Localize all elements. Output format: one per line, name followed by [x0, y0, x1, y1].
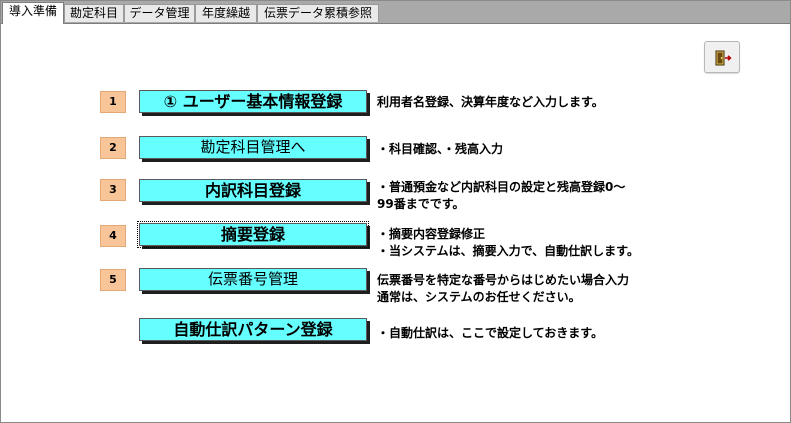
step-2-description: ・科目確認、・残高入力: [377, 141, 503, 158]
step-3-desc-line-2: 99番までです。: [377, 197, 465, 211]
summary-register-button[interactable]: 摘要登録: [137, 221, 369, 248]
exit-button[interactable]: [704, 41, 740, 73]
step-3-number: 3: [100, 179, 126, 201]
tab-year-carryover[interactable]: 年度繰越: [195, 4, 257, 22]
tab-voucher-reference[interactable]: 伝票データ累積参照: [257, 4, 379, 22]
sub-account-register-button[interactable]: 内訳科目登録: [139, 179, 367, 202]
step-1-number: 1: [100, 91, 126, 113]
step-5-description: 伝票番号を特定な番号からはじめたい場合入力 通常は、システムのお任せください。: [377, 272, 629, 306]
tab-data-management[interactable]: データ管理: [124, 4, 195, 22]
tab-setup[interactable]: 導入準備: [2, 2, 64, 24]
step-1-description: 利用者名登録、決算年度など入力します。: [377, 94, 604, 111]
step-5-number: 5: [100, 269, 126, 291]
step-4-number: 4: [100, 225, 126, 247]
step-3-desc-line-1: ・普通預金など内訳科目の設定と残高登録0～: [377, 180, 626, 194]
step-4-desc-line-2: ・当システムは、摘要入力で、自動仕訳します。: [377, 244, 639, 258]
tab-bar: 導入準備 勘定科目 データ管理 年度繰越 伝票データ累積参照: [1, 1, 790, 24]
voucher-number-management-button[interactable]: 伝票番号管理: [139, 268, 367, 291]
step-2-desc-line-1: ・科目確認、・残高入力: [377, 142, 504, 156]
step-2-number: 2: [100, 137, 126, 159]
step-6-desc-line-1: ・自動仕訳は、ここで設定しておきます。: [377, 326, 604, 340]
auto-journal-pattern-button[interactable]: 自動仕訳パターン登録: [139, 318, 367, 341]
step-5-desc-line-2: 通常は、システムのお任せください。: [377, 290, 581, 304]
step-1-desc-line-1: 利用者名登録、決算年度など入力します。: [377, 95, 604, 109]
form-window: 導入準備 勘定科目 データ管理 年度繰越 伝票データ累積参照 1 ① ユーザー基…: [0, 0, 791, 423]
step-4-description: ・摘要内容登録修正 ・当システムは、摘要入力で、自動仕訳します。: [377, 226, 639, 260]
step-4-desc-line-1: ・摘要内容登録修正: [377, 227, 486, 241]
exit-door-icon: [715, 50, 732, 66]
user-info-register-button[interactable]: ① ユーザー基本情報登録: [139, 90, 367, 113]
step-5-desc-line-1: 伝票番号を特定な番号からはじめたい場合入力: [377, 273, 630, 287]
tab-accounts[interactable]: 勘定科目: [64, 4, 124, 22]
step-6-description: ・自動仕訳は、ここで設定しておきます。: [377, 325, 603, 342]
account-management-button[interactable]: 勘定科目管理へ: [139, 136, 367, 159]
step-3-description: ・普通預金など内訳科目の設定と残高登録0～ 99番までです。: [377, 179, 625, 213]
